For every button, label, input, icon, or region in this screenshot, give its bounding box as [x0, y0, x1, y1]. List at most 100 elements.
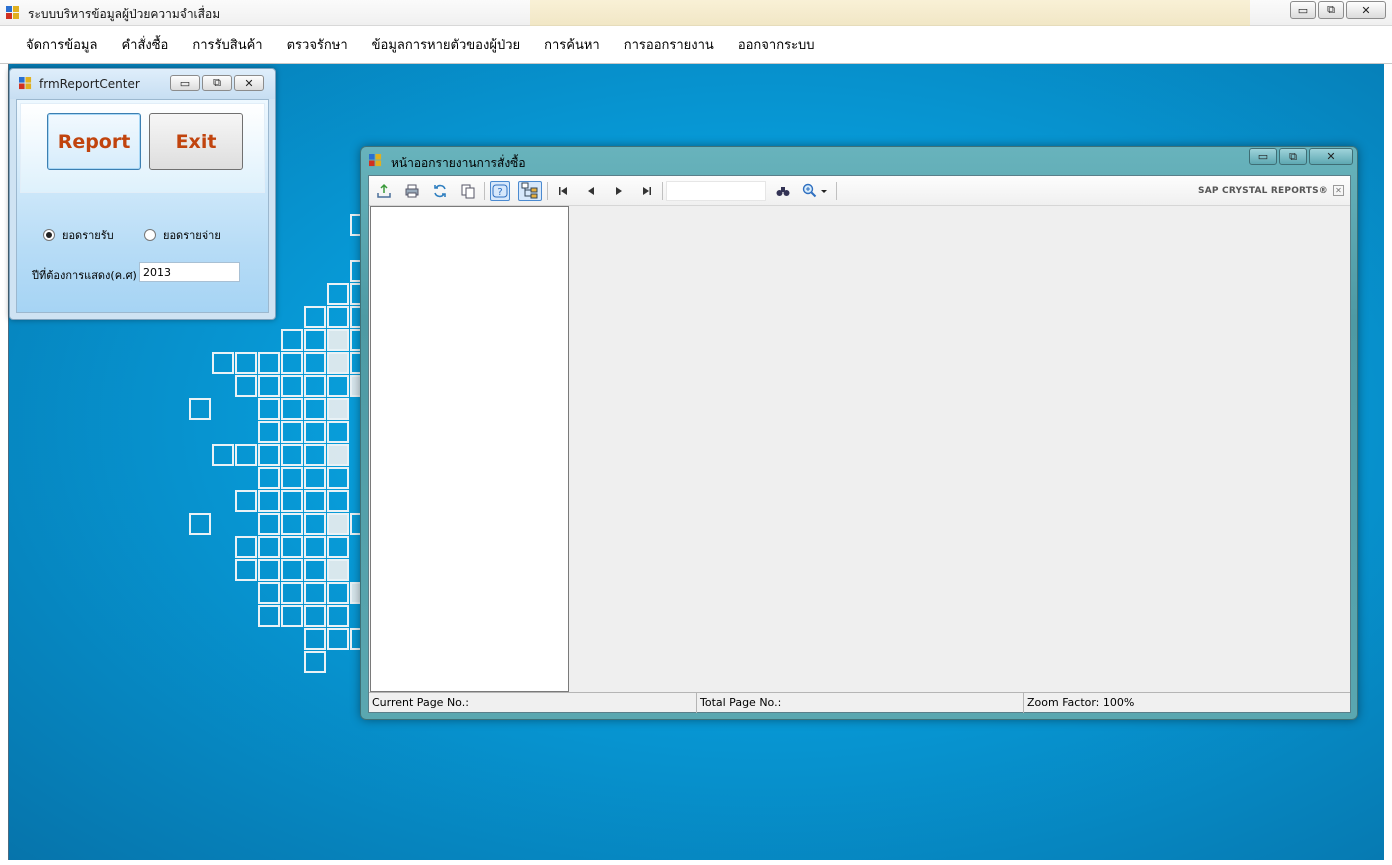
report-center-title: frmReportCenter [39, 77, 140, 91]
mosaic-square [258, 605, 280, 627]
menu-search[interactable]: การค้นหา [532, 34, 612, 55]
report-center-minimize-button[interactable]: ▭ [170, 75, 200, 91]
copy-icon[interactable] [458, 181, 478, 201]
mosaic-square [258, 467, 280, 489]
mosaic-square [258, 444, 280, 466]
mosaic-square [281, 444, 303, 466]
menu-logout[interactable]: ออกจากระบบ [726, 34, 827, 55]
total-page-status: Total Page No.: [700, 696, 782, 709]
status-divider [1023, 693, 1024, 713]
menu-treatment[interactable]: ตรวจรักษา [275, 34, 360, 55]
menu-reports[interactable]: การออกรายงาน [612, 34, 726, 55]
mosaic-square [327, 444, 349, 466]
report-center-caption[interactable]: frmReportCenter ▭ ⧉ ✕ [10, 69, 275, 99]
previous-page-icon[interactable] [581, 181, 601, 201]
mosaic-square [327, 628, 349, 650]
find-icon[interactable] [773, 181, 793, 201]
refresh-icon[interactable] [430, 181, 450, 201]
radio-expense[interactable] [144, 229, 156, 241]
year-label: ปีที่ต้องการแสดง(ค.ศ) [32, 269, 137, 282]
menu-manage-data[interactable]: จัดการข้อมูล [14, 34, 109, 55]
group-tree-toggle-icon[interactable] [518, 181, 542, 201]
toolbar-separator [836, 182, 837, 200]
goto-page-input[interactable] [666, 181, 766, 201]
mosaic-square [304, 467, 326, 489]
zoom-factor-status: Zoom Factor: 100% [1027, 696, 1135, 709]
mosaic-square [258, 490, 280, 512]
radio-expense-option[interactable]: ยอดรายจ่าย [144, 226, 221, 244]
first-page-icon[interactable] [553, 181, 573, 201]
brand-close-icon[interactable]: ✕ [1333, 185, 1344, 196]
restore-icon: ⧉ [213, 76, 221, 89]
mosaic-square [235, 444, 257, 466]
mosaic-square [281, 605, 303, 627]
mosaic-square [327, 306, 349, 328]
viewer-statusbar: Current Page No.: Total Page No.: Zoom F… [369, 692, 1350, 713]
viewer-close-button[interactable]: ✕ [1309, 148, 1353, 165]
menu-orders[interactable]: คำสั่งซื้อ [109, 34, 180, 55]
mosaic-square [304, 329, 326, 351]
year-input[interactable] [139, 262, 240, 282]
mosaic-square [212, 352, 234, 374]
mosaic-square [235, 536, 257, 558]
minimize-icon: ▭ [1297, 3, 1309, 17]
last-page-icon[interactable] [637, 181, 657, 201]
mosaic-square [189, 398, 211, 420]
export-icon[interactable] [374, 181, 394, 201]
mosaic-square [281, 513, 303, 535]
menu-missing-patient[interactable]: ข้อมูลการหายตัวของผู้ป่วย [360, 34, 532, 55]
mosaic-square [327, 582, 349, 604]
help-icon[interactable]: ? [490, 181, 510, 201]
mosaic-square [327, 398, 349, 420]
zoom-icon[interactable] [801, 181, 831, 201]
mosaic-square [258, 375, 280, 397]
mosaic-square [189, 513, 211, 535]
viewer-minimize-button[interactable]: ▭ [1249, 148, 1277, 165]
menu-receive-goods[interactable]: การรับสินค้า [180, 34, 274, 55]
report-center-maximize-button[interactable]: ⧉ [202, 75, 232, 91]
radio-income-option[interactable]: ยอดรายรับ [43, 226, 114, 244]
mosaic-square [281, 559, 303, 581]
toolbar-separator [547, 182, 548, 200]
viewer-maximize-button[interactable]: ⧉ [1279, 148, 1307, 165]
group-tree-panel[interactable] [370, 206, 569, 692]
toolbar-separator [484, 182, 485, 200]
mosaic-square [304, 513, 326, 535]
mosaic-square [327, 352, 349, 374]
restore-icon: ⧉ [1289, 149, 1297, 163]
radio-income[interactable] [43, 229, 55, 241]
mosaic-square [304, 398, 326, 420]
mosaic-square [304, 628, 326, 650]
report-page-area[interactable] [569, 206, 1350, 692]
report-center-window: frmReportCenter ▭ ⧉ ✕ Report Exit ยอดราย… [9, 68, 276, 320]
status-divider [696, 693, 697, 713]
mosaic-square [327, 467, 349, 489]
close-button[interactable]: ✕ [1346, 1, 1386, 19]
toolbar-separator [662, 182, 663, 200]
exit-button[interactable]: Exit [149, 113, 243, 170]
maximize-button[interactable]: ⧉ [1318, 1, 1344, 19]
mosaic-square [258, 559, 280, 581]
minimize-button[interactable]: ▭ [1290, 1, 1316, 19]
report-center-close-button[interactable]: ✕ [234, 75, 264, 91]
mosaic-square [327, 375, 349, 397]
restore-icon: ⧉ [1327, 3, 1335, 16]
report-button[interactable]: Report [47, 113, 141, 170]
mosaic-square [327, 513, 349, 535]
mosaic-square [281, 536, 303, 558]
crystal-reports-brand: SAP CRYSTAL REPORTS® [1198, 186, 1328, 196]
mosaic-square [304, 306, 326, 328]
mosaic-square [304, 421, 326, 443]
mosaic-square [327, 421, 349, 443]
mosaic-square [304, 375, 326, 397]
mosaic-square [258, 421, 280, 443]
mosaic-square [304, 444, 326, 466]
mosaic-square [327, 536, 349, 558]
menu-bar: จัดการข้อมูล คำสั่งซื้อ การรับสินค้า ตรว… [0, 26, 1392, 64]
next-page-icon[interactable] [609, 181, 629, 201]
mosaic-square [258, 352, 280, 374]
report-viewer-title: หน้าออกรายงานการสั่งซื้อ [391, 156, 526, 170]
mosaic-square [258, 398, 280, 420]
print-icon[interactable] [402, 181, 422, 201]
mosaic-square [304, 605, 326, 627]
